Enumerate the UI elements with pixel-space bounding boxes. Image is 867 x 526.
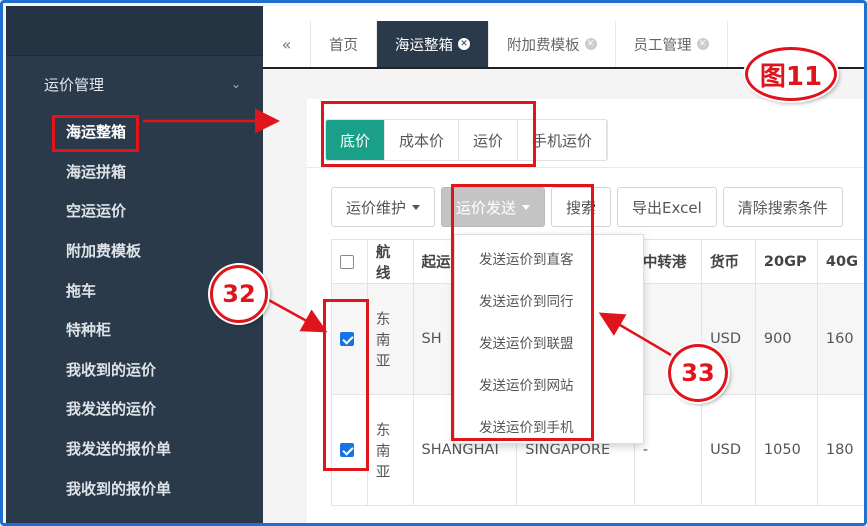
callout-badge-33: 33: [668, 344, 728, 402]
callout-badge-32: 32: [210, 265, 268, 323]
annotation-arrows: [143, 108, 672, 357]
screenshot-frame: 运价管理 ⌄ 海运整箱 海运拼箱 空运运价 附加费模板 拖车 特种柜 我收到的运…: [0, 0, 867, 526]
arrow-to-dropdown: [598, 312, 672, 357]
arrow-to-checkboxes: [264, 296, 328, 333]
figure-label-badge: 图11: [745, 47, 837, 101]
